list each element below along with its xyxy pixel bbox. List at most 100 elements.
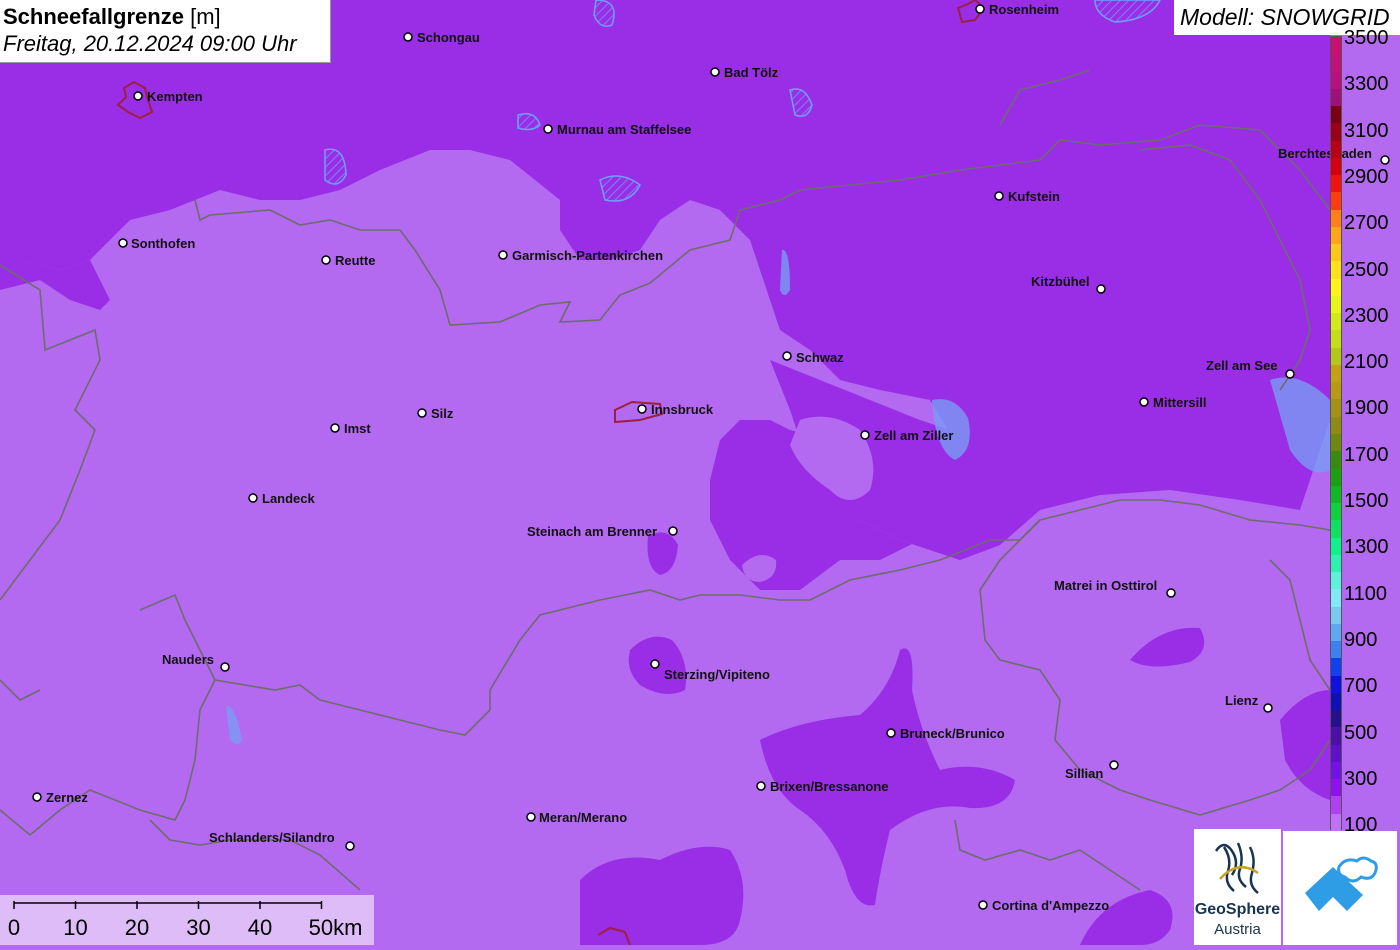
legend-color-step xyxy=(1331,106,1341,124)
legend-color-step xyxy=(1331,416,1341,435)
legend-color-step xyxy=(1331,658,1341,677)
city-label: Garmisch-Partenkirchen xyxy=(512,248,663,263)
legend-color-step xyxy=(1331,761,1341,780)
legend-color-step xyxy=(1331,468,1341,487)
legend-color-step xyxy=(1331,641,1341,659)
legend-label: 3300 xyxy=(1344,73,1389,96)
snow-cloud-logo xyxy=(1283,831,1397,945)
city-bruneck[interactable]: Bruneck/Brunico xyxy=(886,726,1005,741)
city-label: Reutte xyxy=(335,253,375,268)
legend-color-step xyxy=(1331,71,1341,90)
legend-color-step xyxy=(1331,813,1341,832)
legend-color-step xyxy=(1331,175,1341,193)
legend-color-step xyxy=(1331,589,1341,608)
legend-color-step xyxy=(1331,434,1341,452)
city-label: Meran/Merano xyxy=(539,810,627,825)
city-brixen[interactable]: Brixen/Bressanone xyxy=(756,779,889,794)
city-label: Sterzing/Vipiteno xyxy=(664,667,770,682)
city-label: Schongau xyxy=(417,30,480,45)
legend-label: 1700 xyxy=(1344,443,1389,466)
city-label: Zernez xyxy=(46,790,88,805)
geosphere-mark-icon xyxy=(1214,842,1259,894)
geosphere-country: Austria xyxy=(1214,921,1261,938)
legend-label: 3500 xyxy=(1344,27,1389,49)
legend-color-step xyxy=(1331,244,1341,262)
legend-color-step xyxy=(1331,123,1341,142)
city-label: Nauders xyxy=(162,652,214,667)
city-label: Zell am See xyxy=(1206,358,1278,373)
color-legend: 3500 3300 3100 2900 2700 2500 2300 2100 1900 1700… xyxy=(1330,28,1400,835)
legend-color-step xyxy=(1331,347,1341,366)
map-title: Schneefallgrenze [m] xyxy=(3,3,330,30)
legend-color-step xyxy=(1331,710,1341,728)
city-label: Mittersill xyxy=(1153,395,1206,410)
city-label: Sonthofen xyxy=(131,236,195,251)
legend-color-step xyxy=(1331,209,1341,228)
title-box: Schneefallgrenze [m] Freitag, 20.12.2024… xyxy=(0,0,331,63)
scale-tick-label: 30 xyxy=(186,915,210,940)
legend-label: 500 xyxy=(1344,721,1378,744)
city-label: Bruneck/Brunico xyxy=(900,726,1005,741)
geosphere-name: GeoSphere xyxy=(1194,901,1281,918)
city-label: Imst xyxy=(344,421,371,436)
city-murnau[interactable]: Murnau am Staffelsee xyxy=(543,122,691,137)
legend-color-step xyxy=(1331,313,1341,331)
scale-ticks: 0 10 20 30 40 50km xyxy=(8,901,363,940)
legend-color-step xyxy=(1331,623,1341,642)
scale-tick-label: 40 xyxy=(248,915,272,940)
city-cortina[interactable]: Cortina d'Ampezzo xyxy=(978,898,1109,913)
snowfall-line-map: Rosenheim Schongau Bad Tölz Kempten Murn… xyxy=(0,0,1400,945)
legend-label: 1300 xyxy=(1344,536,1389,559)
title-bold: Schneefallgrenze xyxy=(3,4,184,29)
city-label: Kufstein xyxy=(1008,189,1060,204)
city-label: Cortina d'Ampezzo xyxy=(992,898,1109,913)
city-garmisch[interactable]: Garmisch-Partenkirchen xyxy=(498,248,663,263)
scale-tick-label: 50km xyxy=(309,915,363,940)
city-steinach[interactable]: Steinach am Brenner xyxy=(527,524,678,539)
city-label: Sillian xyxy=(1065,766,1103,781)
title-unit: [m] xyxy=(190,4,221,29)
legend-color-step xyxy=(1331,399,1341,418)
scale-bar: 0 10 20 30 40 50km xyxy=(0,895,374,945)
legend-color-step xyxy=(1331,675,1341,694)
legend-color-step xyxy=(1331,485,1341,504)
legend-color-step xyxy=(1331,382,1341,400)
city-label: Kitzbühel xyxy=(1031,274,1090,289)
legend-color-step xyxy=(1331,278,1341,297)
legend-color-bar xyxy=(1330,36,1342,832)
city-meran[interactable]: Meran/Merano xyxy=(526,810,627,825)
legend-label: 700 xyxy=(1344,675,1378,698)
legend-color-step xyxy=(1331,261,1341,280)
scale-bar-graphic: 0 10 20 30 40 50km xyxy=(8,901,363,940)
legend-label: 3100 xyxy=(1344,119,1389,142)
legend-color-step xyxy=(1331,157,1341,176)
snow-cloud-icon xyxy=(1305,856,1378,911)
legend-color-step xyxy=(1331,330,1341,349)
city-label: Innsbruck xyxy=(651,402,714,417)
city-label: Kempten xyxy=(147,89,203,104)
legend-color-step xyxy=(1331,744,1341,763)
legend-label: 2900 xyxy=(1344,165,1389,188)
legend-color-step xyxy=(1331,520,1341,539)
legend-color-step xyxy=(1331,192,1341,211)
city-zell-am-ziller[interactable]: Zell am Ziller xyxy=(860,428,953,443)
map-timestamp: Freitag, 20.12.2024 09:00 Uhr xyxy=(3,31,297,56)
city-label: Bad Tölz xyxy=(724,65,779,80)
legend-label: 1900 xyxy=(1344,397,1389,420)
legend-color-step xyxy=(1331,779,1341,797)
city-label: Steinach am Brenner xyxy=(527,524,657,539)
city-label: Zell am Ziller xyxy=(874,428,953,443)
legend-color-step xyxy=(1331,727,1341,746)
scale-tick-label: 0 xyxy=(8,915,20,940)
legend-color-step xyxy=(1331,503,1341,521)
city-label: Silz xyxy=(431,406,454,421)
scale-tick-label: 10 xyxy=(63,915,87,940)
city-sonthofen[interactable]: Sonthofen xyxy=(118,236,195,251)
legend-color-step xyxy=(1331,796,1341,815)
city-rosenheim[interactable]: Rosenheim xyxy=(975,2,1059,17)
city-label: Matrei in Osttirol xyxy=(1054,578,1157,593)
legend-color-step xyxy=(1331,140,1341,159)
legend-color-step xyxy=(1331,54,1341,72)
scale-tick-label: 20 xyxy=(125,915,149,940)
legend-color-step xyxy=(1331,692,1341,711)
